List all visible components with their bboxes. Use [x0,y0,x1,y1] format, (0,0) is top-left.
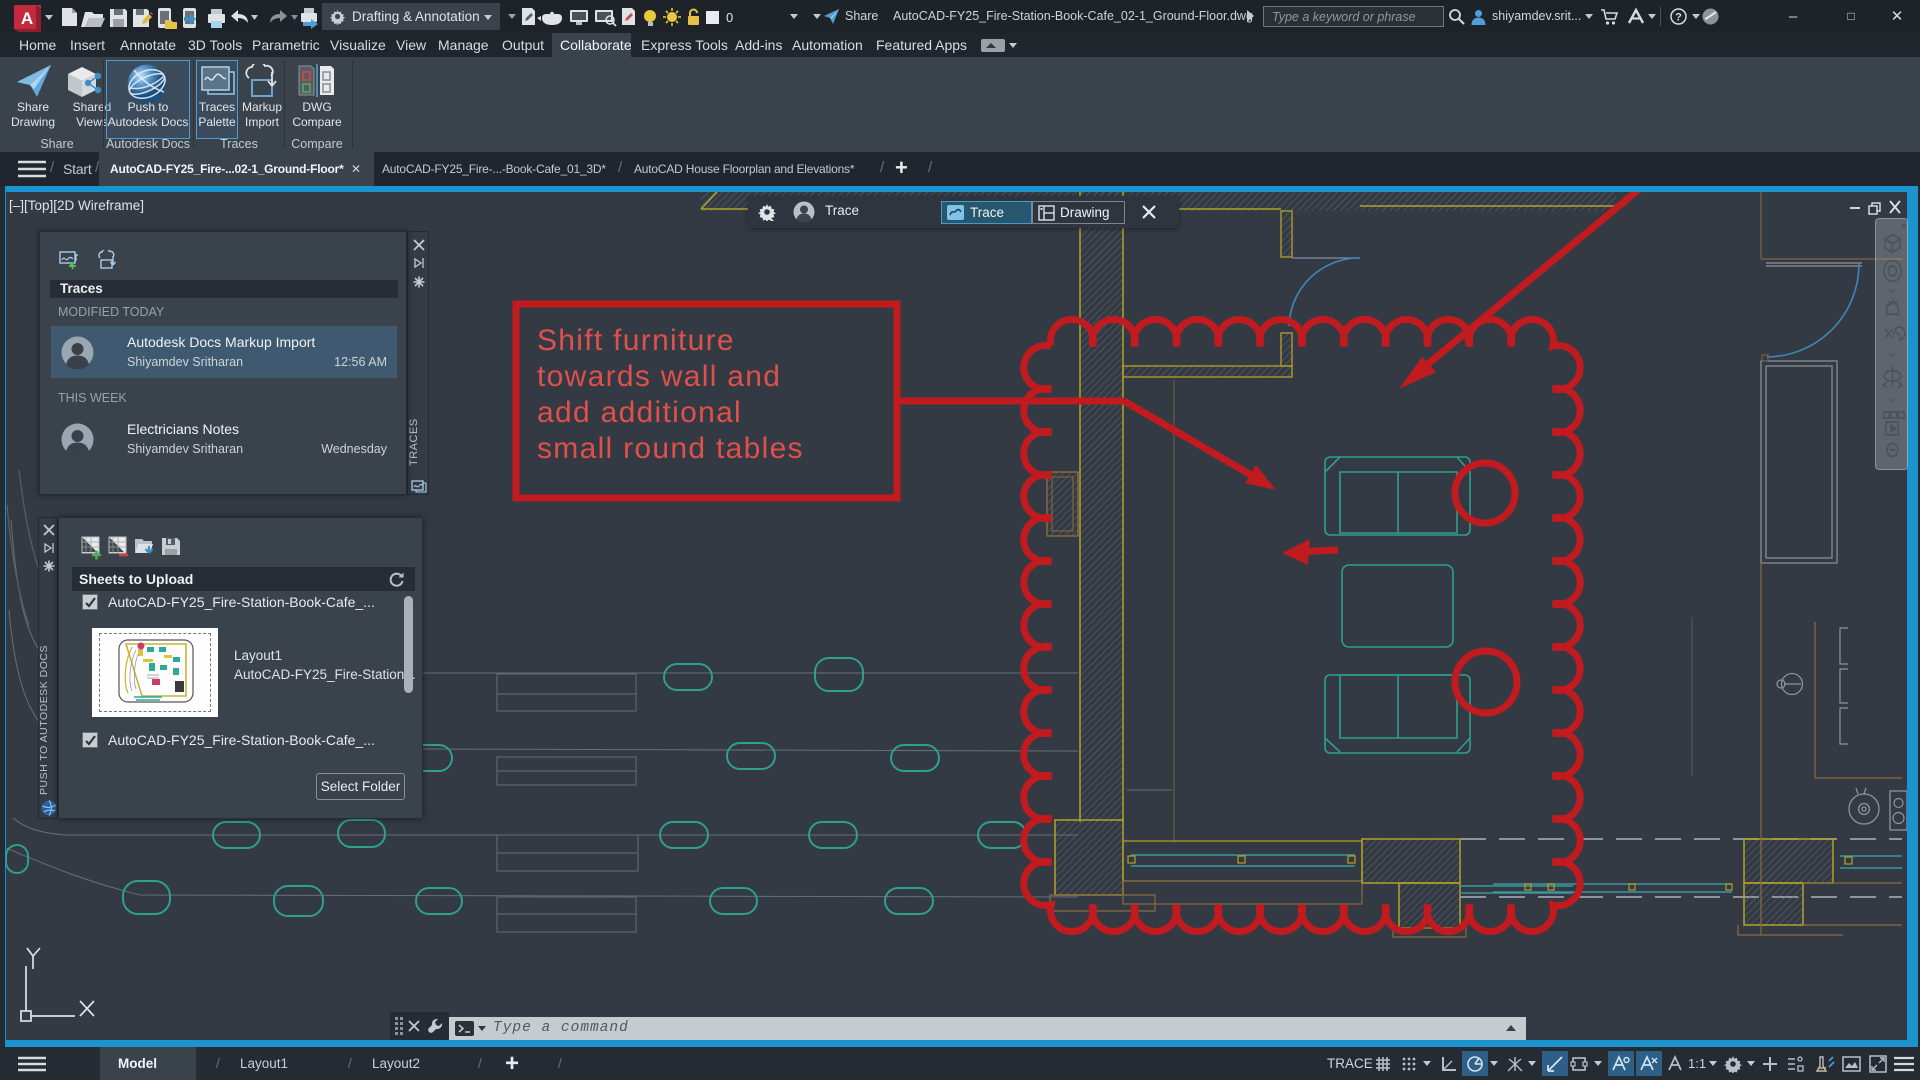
svg-text:A: A [21,9,33,28]
svg-text:0: 0 [726,10,733,25]
svg-text:small round tables: small round tables [537,432,804,465]
svg-text:towards wall and: towards wall and [537,360,781,393]
svg-text:Shift furniture: Shift furniture [537,324,735,357]
svg-text:add additional: add additional [537,396,742,429]
svg-text:?: ? [1675,12,1682,24]
